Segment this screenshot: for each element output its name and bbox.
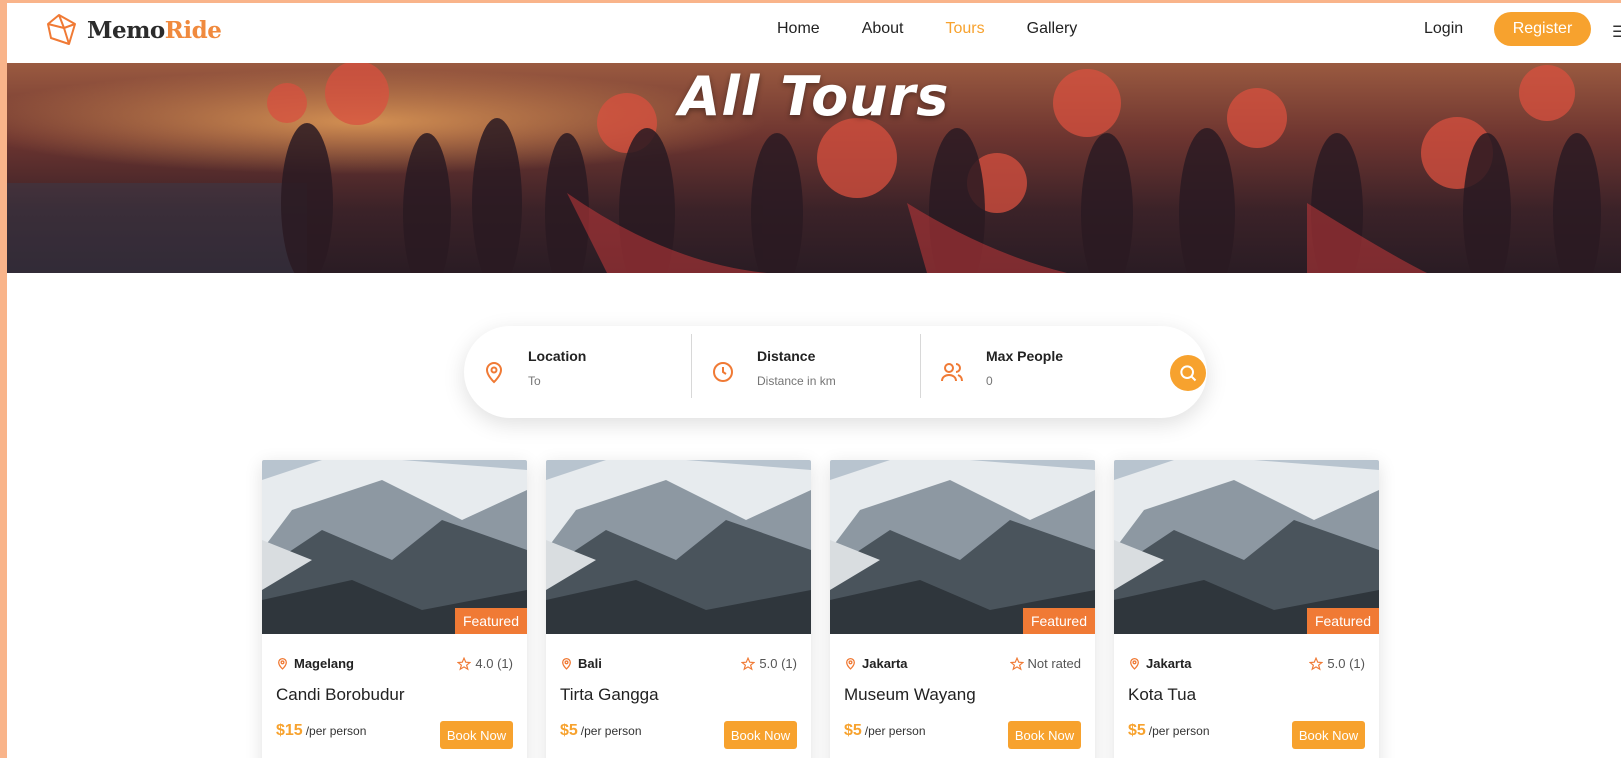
- max-people-label: Max People: [986, 348, 1064, 364]
- featured-badge: Featured: [1022, 608, 1095, 634]
- tour-rating: 4.0 (1): [457, 656, 513, 671]
- map-pin-icon: [846, 657, 855, 670]
- featured-badge: Featured: [1306, 608, 1379, 634]
- distance-label: Distance: [757, 348, 816, 364]
- tour-rating-value: Not rated: [1027, 656, 1081, 671]
- tour-price-value: $5: [844, 722, 862, 739]
- tour-rating: 5.0 (1): [1309, 656, 1365, 671]
- tour-price-value: $5: [1128, 722, 1146, 739]
- brand-name-part1: Memo: [87, 16, 165, 44]
- page-title: All Tours: [678, 65, 950, 128]
- tour-city: Bali: [578, 656, 602, 671]
- tour-price-unit: /per person: [580, 724, 642, 738]
- tour-price: $5/per person: [560, 722, 642, 740]
- tour-price: $5/per person: [844, 722, 926, 740]
- tour-city: Jakarta: [862, 656, 908, 671]
- tour-rating-value: 5.0 (1): [1327, 656, 1365, 671]
- star-icon: [1009, 656, 1024, 671]
- map-pin-icon: [485, 362, 503, 384]
- location-input[interactable]: [528, 374, 678, 388]
- tour-card[interactable]: Featured Jakarta 5.0 (1) Kota Tua $5/per…: [1114, 460, 1379, 758]
- search-icon: [1180, 365, 1197, 382]
- tour-location: Magelang: [276, 656, 354, 671]
- book-now-button[interactable]: Book Now: [440, 721, 513, 749]
- brand-name: MemoRide: [87, 16, 222, 44]
- star-icon: [741, 656, 756, 671]
- brand-name-part2: Ride: [164, 16, 222, 44]
- tour-location: Jakarta: [1128, 656, 1192, 671]
- hero-banner: All Tours: [7, 63, 1621, 273]
- tour-image[interactable]: [546, 460, 811, 634]
- tour-price-unit: /per person: [864, 724, 926, 738]
- nav-gallery[interactable]: Gallery: [1027, 20, 1078, 38]
- tour-card[interactable]: Featured Jakarta Not rated Museum Wayang…: [830, 460, 1095, 758]
- mountain-image: [546, 460, 811, 634]
- tour-price-unit: /per person: [1148, 724, 1210, 738]
- tour-city: Magelang: [294, 656, 354, 671]
- star-icon: [1309, 656, 1324, 671]
- book-now-button[interactable]: Book Now: [724, 721, 797, 749]
- tour-search-bar: Location Distance Max People: [464, 326, 1207, 418]
- tour-price: $5/per person: [1128, 722, 1210, 740]
- divider: [920, 334, 921, 398]
- featured-badge: Featured: [454, 608, 527, 634]
- tour-price-value: $15: [276, 722, 303, 739]
- logo-icon: [47, 14, 76, 45]
- location-field: Location: [464, 326, 684, 418]
- tour-title[interactable]: Kota Tua: [1128, 685, 1196, 705]
- star-icon: [457, 656, 472, 671]
- users-icon: [941, 363, 963, 382]
- tour-location: Bali: [560, 656, 602, 671]
- max-people-field: Max People: [922, 326, 1152, 418]
- max-people-input[interactable]: [986, 374, 1136, 388]
- nav-tours[interactable]: Tours: [946, 20, 985, 38]
- book-now-button[interactable]: Book Now: [1008, 721, 1081, 749]
- tour-title[interactable]: Tirta Gangga: [560, 685, 659, 705]
- map-pin-icon: [562, 657, 571, 670]
- map-pin-icon: [278, 657, 287, 670]
- search-button[interactable]: [1170, 355, 1206, 391]
- clock-icon: [713, 362, 733, 382]
- tour-card[interactable]: Featured Magelang 4.0 (1) Candi Borobudu…: [262, 460, 527, 758]
- register-button[interactable]: Register: [1494, 12, 1591, 46]
- tour-rating: Not rated: [1009, 656, 1081, 671]
- tour-rating-value: 4.0 (1): [475, 656, 513, 671]
- nav-home[interactable]: Home: [777, 20, 820, 38]
- hamburger-menu-icon[interactable]: ☰: [1612, 22, 1621, 42]
- login-link[interactable]: Login: [1424, 20, 1463, 38]
- page: MemoRide Home About Tours Gallery Login …: [7, 3, 1621, 758]
- tour-card[interactable]: Bali 5.0 (1) Tirta Gangga $5/per person …: [546, 460, 811, 758]
- tour-title[interactable]: Candi Borobudur: [276, 685, 405, 705]
- map-pin-icon: [1130, 657, 1139, 670]
- location-label: Location: [528, 348, 587, 364]
- distance-input[interactable]: [757, 374, 907, 388]
- tour-title[interactable]: Museum Wayang: [844, 685, 976, 705]
- nav-about[interactable]: About: [862, 20, 904, 38]
- book-now-button[interactable]: Book Now: [1292, 721, 1365, 749]
- tour-price-value: $5: [560, 722, 578, 739]
- tour-city: Jakarta: [1146, 656, 1192, 671]
- main-menu: Home About Tours Gallery: [777, 20, 1119, 38]
- tour-rating: 5.0 (1): [741, 656, 797, 671]
- tour-price: $15/per person: [276, 722, 366, 740]
- divider: [691, 334, 692, 398]
- top-navbar: MemoRide Home About Tours Gallery Login …: [7, 3, 1621, 63]
- tour-price-unit: /per person: [305, 724, 367, 738]
- tour-location: Jakarta: [844, 656, 908, 671]
- distance-field: Distance: [693, 326, 913, 418]
- tour-rating-value: 5.0 (1): [759, 656, 797, 671]
- brand-logo[interactable]: MemoRide: [45, 12, 222, 48]
